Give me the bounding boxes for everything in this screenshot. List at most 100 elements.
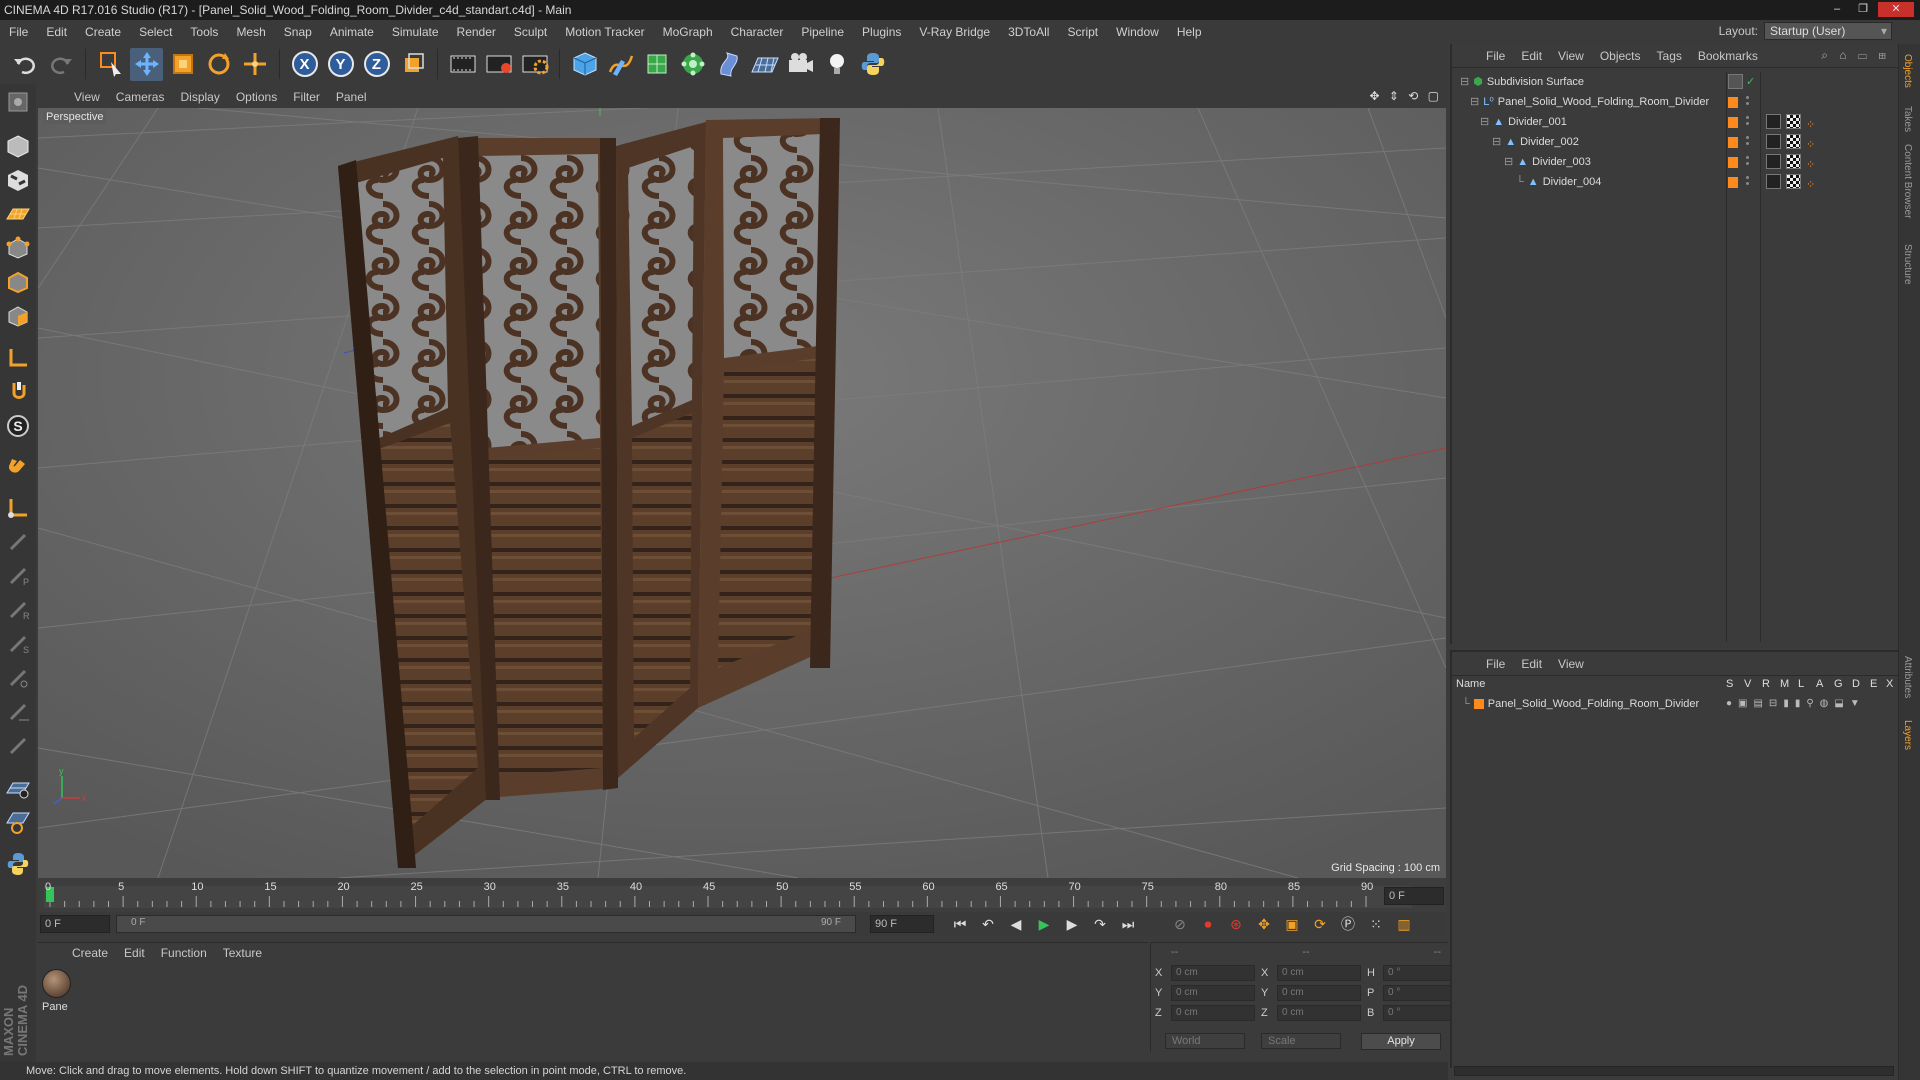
3d-viewport[interactable]: y x Perspective Grid Spacing : 100 cm bbox=[38, 108, 1446, 878]
key-rotation-icon[interactable]: ⟳ bbox=[1308, 913, 1332, 935]
menu-mograph[interactable]: MoGraph bbox=[654, 20, 722, 44]
object-row-divider-002[interactable]: ⊟ ▲ Divider_002 ⁘ bbox=[1452, 132, 1898, 152]
sculpt-pinch-icon[interactable] bbox=[1, 730, 35, 762]
object-row-divider-004[interactable]: └ ▲ Divider_004 ⁘ bbox=[1452, 172, 1898, 192]
objects-menu-file[interactable]: File bbox=[1478, 49, 1513, 63]
go-to-end-icon[interactable]: ⏭ bbox=[1116, 913, 1140, 935]
play-icon[interactable]: ▶ bbox=[1032, 913, 1056, 935]
layer-color-icon[interactable] bbox=[1728, 97, 1738, 108]
snap-magnet-icon[interactable] bbox=[1, 450, 35, 482]
layer-color-icon[interactable] bbox=[1728, 137, 1738, 148]
layer-col-r[interactable]: R bbox=[1762, 678, 1770, 690]
layer-color-icon[interactable] bbox=[1728, 157, 1738, 168]
light-icon[interactable] bbox=[820, 48, 853, 81]
tab-takes[interactable]: Takes bbox=[1902, 106, 1913, 132]
layer-color-icon[interactable] bbox=[1728, 117, 1738, 128]
minimize-button[interactable]: – bbox=[1826, 2, 1848, 17]
cube-icon[interactable] bbox=[568, 48, 601, 81]
menu-create[interactable]: Create bbox=[76, 20, 130, 44]
end-frame-field[interactable]: 90 F bbox=[870, 915, 934, 933]
sculpt-grab-icon[interactable] bbox=[1, 526, 35, 558]
material-name[interactable]: Pane bbox=[42, 1001, 68, 1013]
menu-motion-tracker[interactable]: Motion Tracker bbox=[556, 20, 653, 44]
start-frame-field[interactable]: 0 F bbox=[40, 915, 110, 933]
viewport-nav-icons[interactable]: ✥ ⇕ ⟲ ▢ bbox=[1369, 89, 1442, 103]
sculpt-flatten-icon[interactable] bbox=[1, 696, 35, 728]
layer-col-s[interactable]: S bbox=[1726, 678, 1733, 690]
tab-structure[interactable]: Structure bbox=[1902, 244, 1913, 285]
object-manager-search-icon[interactable]: ⌕ ⌂ ▭ ⊞ bbox=[1821, 48, 1890, 63]
layers-menu-view[interactable]: View bbox=[1550, 657, 1592, 671]
layer-col-g[interactable]: G bbox=[1834, 678, 1843, 690]
enabled-check-icon[interactable]: ✓ bbox=[1746, 72, 1755, 92]
sculpt-smooth-icon[interactable]: S bbox=[1, 628, 35, 660]
menu-vray-bridge[interactable]: V-Ray Bridge bbox=[910, 20, 999, 44]
layer-toggle-icons[interactable]: ●▣▤⊟▮▮⚲◍⬓▼ bbox=[1726, 694, 1866, 714]
previous-frame-icon[interactable]: ◀ bbox=[1004, 913, 1028, 935]
layer-col-e[interactable]: E bbox=[1870, 678, 1877, 690]
viewport-menu-panel[interactable]: Panel bbox=[328, 90, 375, 104]
z-axis-lock[interactable]: Z bbox=[360, 48, 393, 81]
material-menu-create[interactable]: Create bbox=[64, 946, 116, 960]
sculpt-relax-icon[interactable]: R bbox=[1, 594, 35, 626]
tweak-mode-icon[interactable] bbox=[1, 376, 35, 408]
material-tag-icon[interactable] bbox=[1766, 134, 1781, 149]
transform-mode-dropdown[interactable]: Scale bbox=[1261, 1033, 1341, 1049]
quantize-icon[interactable] bbox=[1, 806, 35, 838]
layout-dropdown[interactable]: Startup (User) bbox=[1764, 22, 1892, 40]
layer-col-v[interactable]: V bbox=[1744, 678, 1751, 690]
move-icon[interactable] bbox=[130, 47, 163, 81]
subdivision-icon[interactable] bbox=[640, 48, 673, 81]
timeline-ruler[interactable]: 0 5 10 15 20 25 30 35 40 45 50 55 60 65 70 75 80 85 90 0 F bbox=[38, 878, 1446, 912]
size-z-field[interactable]: 0 cm bbox=[1277, 1005, 1361, 1021]
viewport-menu-filter[interactable]: Filter bbox=[285, 90, 328, 104]
menu-window[interactable]: Window bbox=[1107, 20, 1168, 44]
motion-record-icon[interactable]: ⊘ bbox=[1168, 913, 1192, 935]
menu-tools[interactable]: Tools bbox=[181, 20, 227, 44]
deformer-icon[interactable] bbox=[712, 48, 745, 81]
pen-spline-icon[interactable] bbox=[604, 48, 637, 81]
autokey-icon[interactable]: ⊛ bbox=[1224, 913, 1248, 935]
material-tag-icon[interactable] bbox=[1766, 154, 1781, 169]
current-frame-field[interactable]: 0 F bbox=[1384, 887, 1444, 905]
transform-icon[interactable] bbox=[238, 48, 271, 81]
viewport-menu-view[interactable]: View bbox=[66, 90, 108, 104]
layer-col-d[interactable]: D bbox=[1852, 678, 1860, 690]
menu-snap[interactable]: Snap bbox=[275, 20, 321, 44]
viewport-menu-cameras[interactable]: Cameras bbox=[108, 90, 173, 104]
material-menu-function[interactable]: Function bbox=[153, 946, 215, 960]
object-row-divider-001[interactable]: ⊟ ▲ Divider_001 ⁘ bbox=[1452, 112, 1898, 132]
layer-col-a[interactable]: A bbox=[1816, 678, 1823, 690]
objects-menu-bookmarks[interactable]: Bookmarks bbox=[1690, 49, 1766, 63]
preview-range-slider[interactable]: 0 F 90 F bbox=[116, 915, 856, 933]
live-select-icon[interactable] bbox=[94, 48, 127, 81]
viewport-label[interactable]: Perspective bbox=[43, 110, 107, 124]
menu-select[interactable]: Select bbox=[130, 20, 181, 44]
objects-menu-view[interactable]: View bbox=[1550, 49, 1592, 63]
material-tag-icon[interactable] bbox=[1766, 174, 1781, 189]
rotate-icon[interactable] bbox=[202, 48, 235, 81]
menu-3dtoall[interactable]: 3DToAll bbox=[999, 20, 1058, 44]
sculpt-inflate-icon[interactable] bbox=[1, 662, 35, 694]
key-scale-icon[interactable]: ▣ bbox=[1280, 913, 1304, 935]
make-editable-icon[interactable] bbox=[1, 86, 35, 118]
position-x-field[interactable]: 0 cm bbox=[1171, 965, 1255, 981]
tab-attributes[interactable]: Attributes bbox=[1902, 656, 1913, 698]
size-x-field[interactable]: 0 cm bbox=[1277, 965, 1361, 981]
texture-mode-icon[interactable] bbox=[1, 164, 35, 196]
menu-animate[interactable]: Animate bbox=[321, 20, 383, 44]
floor-icon[interactable] bbox=[748, 48, 781, 81]
close-button[interactable]: ✕ bbox=[1878, 2, 1914, 17]
x-axis-lock[interactable]: X bbox=[288, 48, 321, 81]
go-to-start-icon[interactable]: ⏮ bbox=[948, 913, 972, 935]
menu-character[interactable]: Character bbox=[722, 20, 793, 44]
record-active-icon[interactable]: ⏺ bbox=[1196, 913, 1220, 935]
material-swatch[interactable] bbox=[42, 969, 71, 998]
layers-menu-file[interactable]: File bbox=[1478, 657, 1513, 671]
grid-snap-icon[interactable] bbox=[1, 772, 35, 804]
menu-mesh[interactable]: Mesh bbox=[227, 20, 274, 44]
apply-button[interactable]: Apply bbox=[1361, 1033, 1441, 1050]
menu-script[interactable]: Script bbox=[1058, 20, 1107, 44]
layer-col-x[interactable]: X bbox=[1886, 678, 1893, 690]
undo-icon[interactable] bbox=[8, 48, 41, 81]
